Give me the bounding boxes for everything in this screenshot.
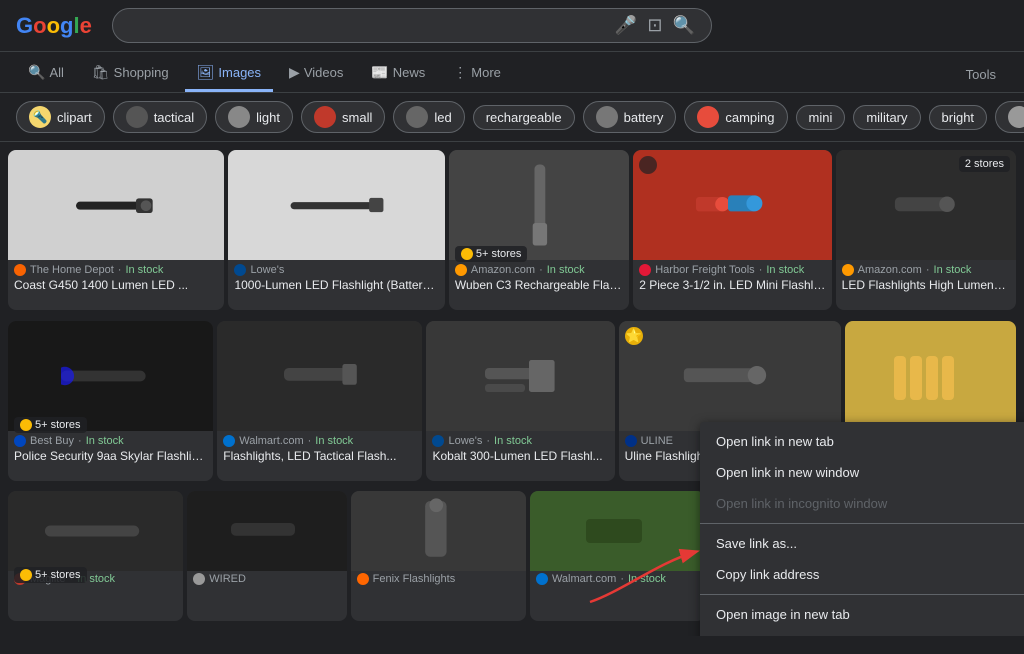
search-input[interactable]: flashlights <box>129 17 607 35</box>
grid-row-1: The Home Depot · In stock Coast G450 140… <box>8 150 1016 317</box>
filter-rechargeable[interactable]: rechargeable <box>473 105 575 130</box>
shopping-icon: 🛍 <box>92 64 110 81</box>
image-card[interactable]: Walmart.com · In stock <box>530 491 705 621</box>
nav-bar: 🔍 All 🛍 Shopping 🖼 Images ▶ Videos 📰 New… <box>0 52 1024 93</box>
image-card-context[interactable]: Harbor Freight Tools · In stock 2 Piece … <box>633 150 831 310</box>
filter-camping[interactable]: camping <box>684 101 787 133</box>
filter-led[interactable]: led <box>393 101 464 133</box>
nav-images[interactable]: 🖼 Images <box>185 56 273 92</box>
search-icons: 🎤 ⊡ 🔍 <box>615 15 695 36</box>
filter-mini[interactable]: mini <box>796 105 846 130</box>
images-icon: 🖼 <box>197 64 215 81</box>
context-open-incognito: Open link in incognito window <box>700 488 1024 519</box>
filter-light[interactable]: light <box>215 101 293 133</box>
stores-badge: 2 stores <box>959 156 1010 172</box>
filter-clipart[interactable]: 🔦 clipart <box>16 101 105 133</box>
lens-search-button[interactable]: ⊡ <box>647 15 662 36</box>
more-icon: ⋮ <box>453 64 467 81</box>
search-bar: flashlights 🎤 ⊡ 🔍 <box>112 8 712 43</box>
image-card[interactable]: 2 stores Amazon.com · In stock LED Flash… <box>836 150 1016 310</box>
image-card[interactable]: Lowe's 1000-Lumen LED Flashlight (Batter… <box>228 150 444 310</box>
filter-small[interactable]: small <box>301 101 385 133</box>
context-divider-1 <box>700 523 1024 524</box>
context-open-new-tab[interactable]: Open link in new tab <box>700 426 1024 457</box>
nav-all-label: All <box>49 65 63 80</box>
videos-icon: ▶ <box>289 64 300 81</box>
nav-news-label: News <box>393 65 426 80</box>
search-button[interactable]: 🔍 <box>672 15 694 36</box>
context-save-image[interactable]: Save image as... <box>700 630 1024 636</box>
nav-videos-label: Videos <box>304 65 344 80</box>
image-card[interactable]: Walmart.com · In stock Flashlights, LED … <box>217 321 422 481</box>
image-card[interactable]: WIRED <box>187 491 346 621</box>
filter-bar: 🔦 clipart tactical light small led recha… <box>0 93 1024 142</box>
nav-tools[interactable]: Tools <box>954 59 1008 90</box>
voice-search-button[interactable]: 🎤 <box>615 15 637 36</box>
image-card[interactable]: 5+ stores Best Buy · In stock Police Sec… <box>8 321 213 481</box>
filter-tactical[interactable]: tactical <box>113 101 207 133</box>
store-badge: 5+ stores <box>14 567 87 583</box>
nav-all[interactable]: 🔍 All <box>16 56 76 92</box>
filter-torch[interactable]: torch <box>995 101 1024 133</box>
context-copy-link[interactable]: Copy link address <box>700 559 1024 590</box>
image-card[interactable]: Lowe's · In stock Kobalt 300-Lumen LED F… <box>426 321 614 481</box>
nav-shopping[interactable]: 🛍 Shopping <box>80 56 181 92</box>
image-card[interactable]: Fenix Flashlights <box>351 491 526 621</box>
context-menu: Open link in new tab Open link in new wi… <box>700 422 1024 636</box>
context-open-new-window[interactable]: Open link in new window <box>700 457 1024 488</box>
store-badge: 5+ stores <box>455 246 528 262</box>
all-icon: 🔍 <box>28 64 45 81</box>
filter-military[interactable]: military <box>853 105 920 130</box>
nav-more-label: More <box>471 65 501 80</box>
context-divider-2 <box>700 594 1024 595</box>
nav-more[interactable]: ⋮ More <box>441 56 513 92</box>
google-logo: Google <box>16 13 92 39</box>
filter-bright[interactable]: bright <box>929 105 988 130</box>
news-icon: 📰 <box>371 64 388 81</box>
header: Google flashlights 🎤 ⊡ 🔍 <box>0 0 1024 52</box>
nav-videos[interactable]: ▶ Videos <box>277 56 355 92</box>
filter-battery[interactable]: battery <box>583 101 677 133</box>
context-open-image[interactable]: Open image in new tab <box>700 599 1024 630</box>
context-save-link[interactable]: Save link as... <box>700 528 1024 559</box>
store-badge: 5+ stores <box>14 417 87 433</box>
nav-images-label: Images <box>218 65 261 80</box>
nav-shopping-label: Shopping <box>114 65 169 80</box>
nav-news[interactable]: 📰 News <box>359 56 437 92</box>
image-card[interactable]: The Home Depot · In stock Coast G450 140… <box>8 150 224 310</box>
image-card[interactable]: 5+ stores Maglite · In stock <box>8 491 183 621</box>
select-checkbox-2[interactable]: ⭐ <box>625 327 643 345</box>
image-card[interactable]: 5+ stores Amazon.com · In stock Wuben C3… <box>449 150 629 310</box>
